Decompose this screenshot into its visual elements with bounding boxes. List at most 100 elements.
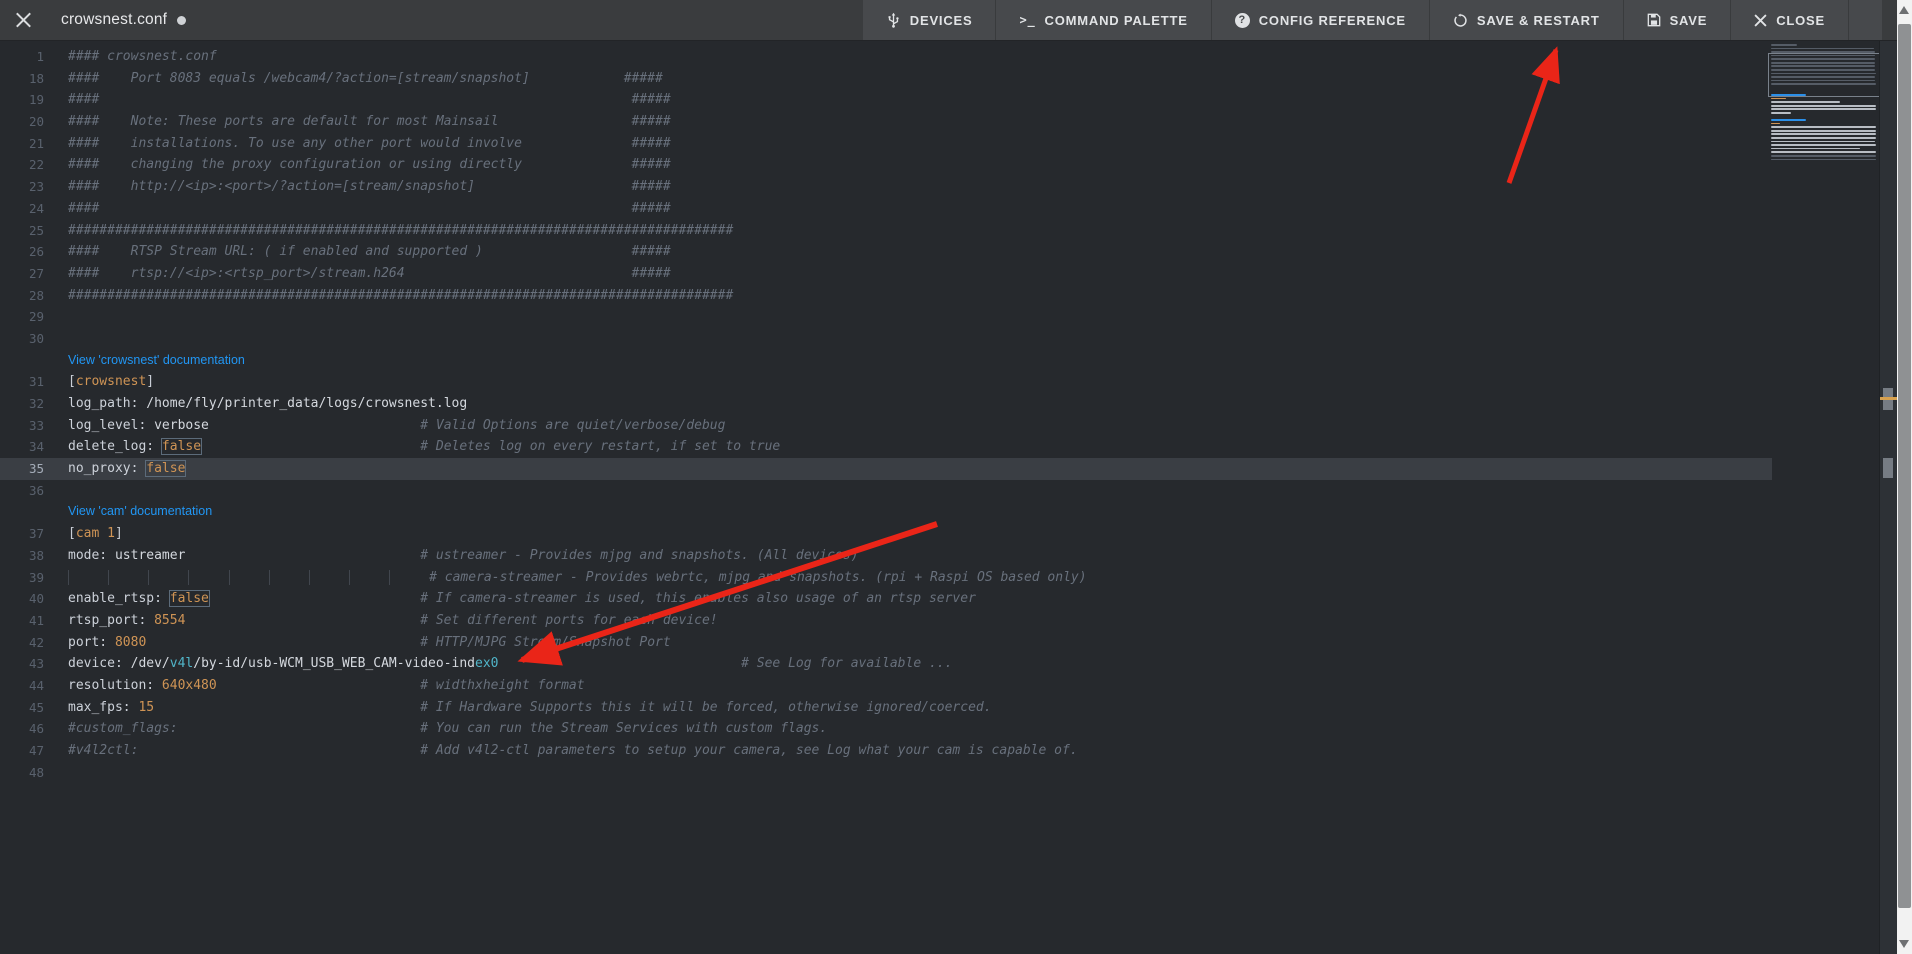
- minimap-line: [1771, 48, 1874, 50]
- restart-icon: [1453, 13, 1468, 28]
- code-line[interactable]: 1#### crowsnest.conf: [0, 46, 1772, 68]
- line-number: 34: [0, 436, 68, 458]
- occurrence-mark: [1883, 458, 1893, 478]
- command-palette-label: COMMAND PALETTE: [1045, 13, 1188, 28]
- line-content: #### installations. To use any other por…: [68, 133, 1772, 155]
- save-button[interactable]: SAVE: [1623, 0, 1731, 40]
- line-number: 37: [0, 523, 68, 545]
- minimap-line: [1771, 98, 1786, 100]
- save-restart-button[interactable]: SAVE & RESTART: [1429, 0, 1623, 40]
- code-line[interactable]: 30: [0, 328, 1772, 350]
- line-number: 26: [0, 241, 68, 263]
- indent-guide: [349, 570, 389, 585]
- vertical-scrollbar[interactable]: [1897, 0, 1912, 954]
- code-line[interactable]: 38mode: ustreamer # ustreamer - Provides…: [0, 545, 1772, 567]
- code-line[interactable]: 34delete_log: false # Deletes log on eve…: [0, 436, 1772, 458]
- code-line[interactable]: 33log_level: verbose # Valid Options are…: [0, 415, 1772, 437]
- code-line[interactable]: 31[crowsnest]: [0, 371, 1772, 393]
- devices-button[interactable]: DEVICES: [863, 0, 996, 40]
- code-line[interactable]: 42port: 8080 # HTTP/MJPG Stream/Snapshot…: [0, 632, 1772, 654]
- code-line[interactable]: 22#### changing the proxy configuration …: [0, 154, 1772, 176]
- documentation-link[interactable]: View 'crowsnest' documentation: [68, 353, 245, 367]
- line-content: #### changing the proxy configuration or…: [68, 154, 1772, 176]
- code-line[interactable]: 21#### installations. To use any other p…: [0, 133, 1772, 155]
- scroll-up-arrow-icon[interactable]: [1899, 6, 1909, 14]
- line-number: 42: [0, 632, 68, 654]
- code-line[interactable]: 25######################################…: [0, 220, 1772, 242]
- code-line[interactable]: 45max_fps: 15 # If Hardware Supports thi…: [0, 697, 1772, 719]
- code-line[interactable]: 44resolution: 640x480 # widthxheight for…: [0, 675, 1772, 697]
- code-line[interactable]: 23#### http://<ip>:<port>/?action=[strea…: [0, 176, 1772, 198]
- line-content: ########################################…: [68, 285, 1772, 307]
- code-line[interactable]: 39# camera-streamer - Provides webrtc, m…: [0, 567, 1772, 589]
- minimap-line: [1771, 123, 1780, 125]
- minimap-line: [1771, 155, 1876, 157]
- indent-guide: [309, 570, 349, 585]
- minimap-line: [1771, 141, 1875, 143]
- line-content: #### Note: These ports are default for m…: [68, 111, 1772, 133]
- code-line[interactable]: 27#### rtsp://<ip>:<rtsp_port>/stream.h2…: [0, 263, 1772, 285]
- line-content: #custom_flags: # You can run the Stream …: [68, 718, 1772, 740]
- code-line[interactable]: 32log_path: /home/fly/printer_data/logs/…: [0, 393, 1772, 415]
- minimap-line: [1771, 144, 1876, 146]
- line-number: [0, 501, 68, 523]
- scrollbar-thumb[interactable]: [1898, 24, 1911, 908]
- line-content: #### rtsp://<ip>:<rtsp_port>/stream.h264…: [68, 263, 1772, 285]
- minimap-line: [1771, 130, 1876, 132]
- modified-indicator-dot: [177, 16, 186, 25]
- line-number: 27: [0, 263, 68, 285]
- code-line[interactable]: 40enable_rtsp: false # If camera-streame…: [0, 588, 1772, 610]
- code-line[interactable]: 19#### #####: [0, 89, 1772, 111]
- line-content: log_level: verbose # Valid Options are q…: [68, 415, 1772, 437]
- line-content: ########################################…: [68, 220, 1772, 242]
- indent-guide: [269, 570, 309, 585]
- code-line[interactable]: 26#### RTSP Stream URL: ( if enabled and…: [0, 241, 1772, 263]
- code-editor[interactable]: 1#### crowsnest.conf18#### Port 8083 equ…: [0, 40, 1897, 954]
- line-number: 45: [0, 697, 68, 719]
- code-line[interactable]: 18#### Port 8083 equals /webcam4/?action…: [0, 68, 1772, 90]
- minimap-line: [1771, 137, 1876, 139]
- code-rows: 1#### crowsnest.conf18#### Port 8083 equ…: [0, 46, 1772, 783]
- line-number: 40: [0, 588, 68, 610]
- code-line[interactable]: 24#### #####: [0, 198, 1772, 220]
- line-content: [cam 1]: [68, 523, 1772, 545]
- code-line[interactable]: 48: [0, 762, 1772, 784]
- close-button[interactable]: CLOSE: [1730, 0, 1848, 40]
- indent-guide: [188, 570, 228, 585]
- code-line[interactable]: 29: [0, 306, 1772, 328]
- line-content: max_fps: 15 # If Hardware Supports this …: [68, 697, 1772, 719]
- indent-guide: [108, 570, 148, 585]
- current-line-mark: [1880, 397, 1897, 400]
- documentation-link[interactable]: View 'cam' documentation: [68, 504, 212, 518]
- line-number: 39: [0, 567, 68, 589]
- config-reference-button[interactable]: ? CONFIG REFERENCE: [1211, 0, 1429, 40]
- save-icon: [1647, 13, 1661, 27]
- code-lens-row[interactable]: View 'cam' documentation: [0, 501, 1772, 523]
- command-palette-button[interactable]: >_ COMMAND PALETTE: [995, 0, 1210, 40]
- code-line[interactable]: 36: [0, 480, 1772, 502]
- indent-guide: [68, 570, 108, 585]
- scroll-annotation-gutter[interactable]: [1879, 40, 1897, 954]
- devices-label: DEVICES: [910, 13, 973, 28]
- code-lens-row[interactable]: View 'crowsnest' documentation: [0, 350, 1772, 372]
- code-line[interactable]: 43device: /dev/v4l/by-id/usb-WCM_USB_WEB…: [0, 653, 1772, 675]
- scroll-down-arrow-icon[interactable]: [1899, 940, 1909, 948]
- code-line[interactable]: 46#custom_flags: # You can run the Strea…: [0, 718, 1772, 740]
- code-line[interactable]: 20#### Note: These ports are default for…: [0, 111, 1772, 133]
- minimap[interactable]: [1771, 44, 1881, 166]
- line-number: 19: [0, 89, 68, 111]
- minimap-line: [1771, 101, 1840, 103]
- line-number: 36: [0, 480, 68, 502]
- minimap-box-outline: [1768, 53, 1882, 97]
- close-icon[interactable]: [15, 11, 33, 29]
- toolbar-button-group: DEVICES >_ COMMAND PALETTE ? CONFIG REFE…: [863, 0, 1882, 40]
- code-line[interactable]: 47#v4l2ctl: # Add v4l2-ctl parameters to…: [0, 740, 1772, 762]
- code-line[interactable]: 37[cam 1]: [0, 523, 1772, 545]
- line-content: delete_log: false # Deletes log on every…: [68, 436, 1772, 458]
- code-line[interactable]: 41rtsp_port: 8554 # Set different ports …: [0, 610, 1772, 632]
- code-line[interactable]: 28######################################…: [0, 285, 1772, 307]
- line-number: 23: [0, 176, 68, 198]
- line-content: [68, 306, 1772, 328]
- code-line[interactable]: 35no_proxy: false: [0, 458, 1772, 480]
- indent-guide: [229, 570, 269, 585]
